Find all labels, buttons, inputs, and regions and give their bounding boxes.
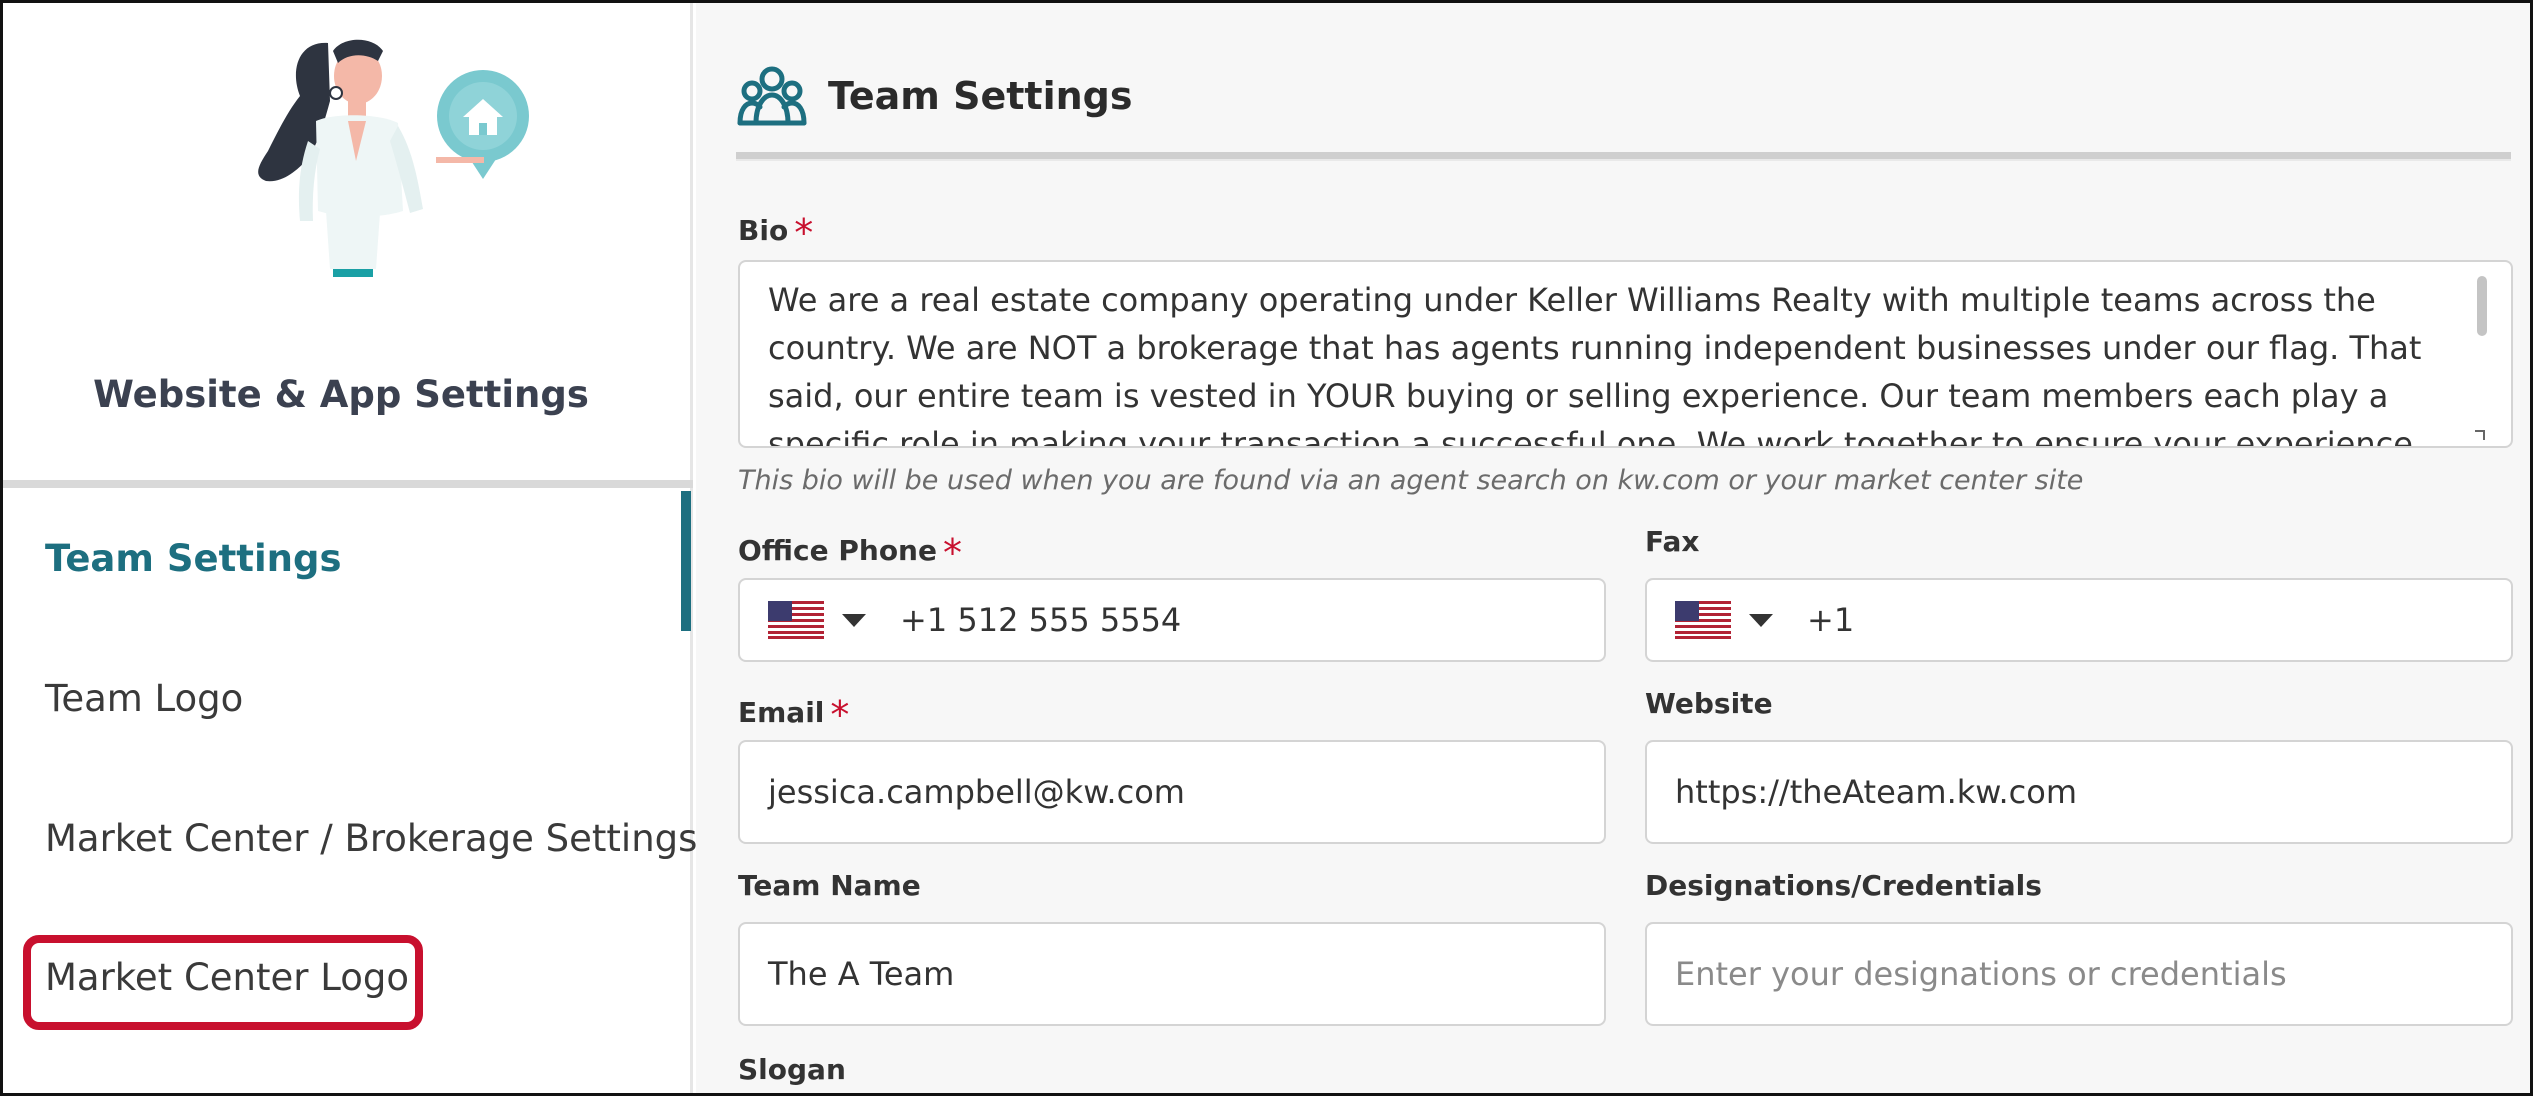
us-flag-icon[interactable] <box>1675 601 1731 639</box>
sidebar-divider <box>3 480 693 488</box>
app-window: Website & App Settings Team Settings Tea… <box>0 0 2533 1096</box>
email-field[interactable]: jessica.campbell@kw.com <box>738 740 1606 844</box>
bio-label: Bio * <box>738 205 813 255</box>
office-phone-field[interactable]: +1 512 555 5554 <box>738 578 1606 662</box>
team-name-field[interactable]: The A Team <box>738 922 1606 1026</box>
resize-handle-icon[interactable] <box>2475 430 2485 440</box>
team-name-label: Team Name <box>738 869 921 902</box>
bio-helper-text: This bio will be used when you are found… <box>738 465 2084 496</box>
office-phone-value: +1 512 555 5554 <box>900 601 1182 639</box>
chevron-down-icon[interactable] <box>842 613 866 627</box>
designations-field[interactable]: Enter your designations or credentials <box>1645 922 2513 1026</box>
page-header: Team Settings <box>736 61 1132 131</box>
sidebar-item-team-settings[interactable]: Team Settings <box>45 537 341 580</box>
fax-value: +1 <box>1807 601 1855 639</box>
required-mark: * <box>794 211 814 255</box>
main-panel: Team Settings Bio * We are a real estate … <box>696 3 2530 1093</box>
sidebar-title: Website & App Settings <box>93 373 589 416</box>
office-phone-label-text: Office Phone <box>738 534 937 567</box>
website-field[interactable]: https://theAteam.kw.com <box>1645 740 2513 844</box>
header-divider <box>736 152 2511 161</box>
email-value: jessica.campbell@kw.com <box>768 773 1185 811</box>
active-indicator <box>681 491 691 631</box>
fax-label: Fax <box>1645 525 1700 558</box>
required-mark: * <box>942 531 962 575</box>
designations-label: Designations/Credentials <box>1645 869 2042 902</box>
highlight-box <box>23 935 423 1030</box>
slogan-label: Slogan <box>738 1053 846 1086</box>
required-mark: * <box>830 693 850 737</box>
sidebar-item-market-center-brokerage-settings[interactable]: Market Center / Brokerage Settings <box>45 817 697 860</box>
fax-field[interactable]: +1 <box>1645 578 2513 662</box>
email-label-text: Email <box>738 696 825 729</box>
page-title: Team Settings <box>828 74 1133 118</box>
chevron-down-icon[interactable] <box>1749 613 1773 627</box>
agent-illustration <box>258 39 529 277</box>
us-flag-icon[interactable] <box>768 601 824 639</box>
website-value: https://theAteam.kw.com <box>1675 773 2078 811</box>
bio-textarea[interactable]: We are a real estate company operating u… <box>738 260 2513 448</box>
team-name-value: The A Team <box>768 955 955 993</box>
office-phone-label: Office Phone * <box>738 525 962 575</box>
bio-label-text: Bio <box>738 214 789 247</box>
bio-scrollbar[interactable] <box>2477 276 2487 336</box>
sidebar-item-team-logo[interactable]: Team Logo <box>45 677 243 720</box>
designations-placeholder: Enter your designations or credentials <box>1675 955 2287 993</box>
website-label: Website <box>1645 687 1773 720</box>
bio-text: We are a real estate company operating u… <box>768 281 2422 448</box>
team-icon <box>737 66 807 126</box>
sidebar: Website & App Settings Team Settings Tea… <box>3 3 697 1093</box>
email-label: Email * <box>738 687 849 737</box>
